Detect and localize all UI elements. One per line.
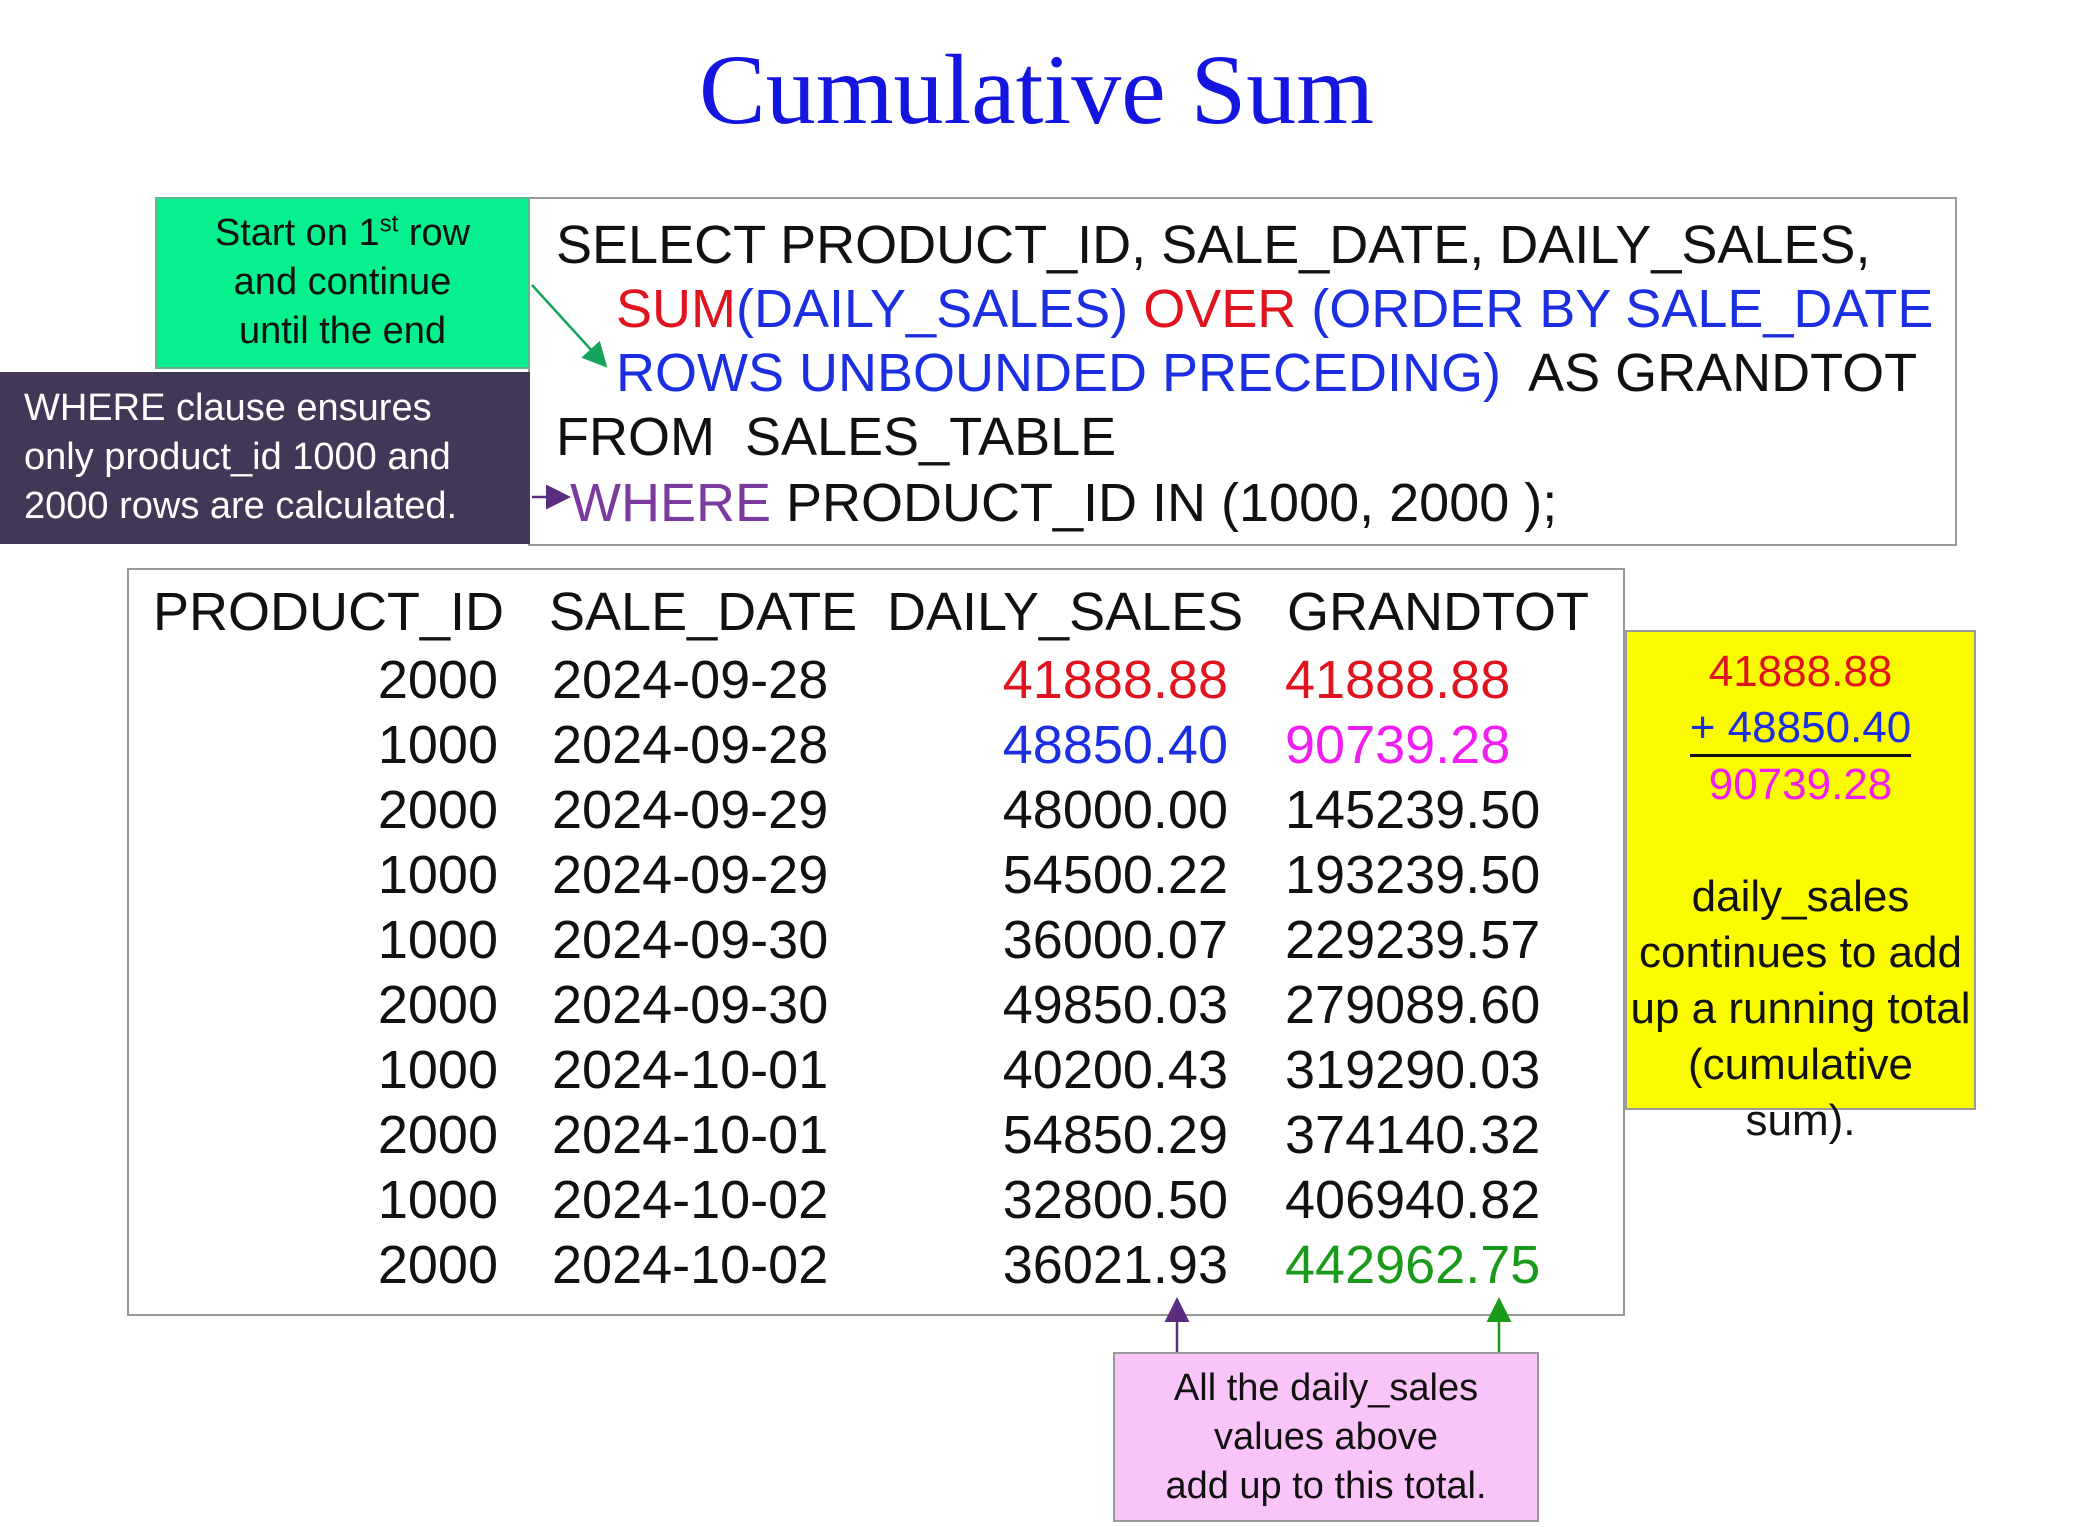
where-note-line-3: 2000 rows are calculated. <box>24 485 458 527</box>
where-note-line-1: WHERE clause ensures <box>24 387 432 429</box>
header-sale-date: SALE_DATE <box>549 582 858 642</box>
start-row-note: Start on 1st row and continue until the … <box>155 197 530 369</box>
cell-sale-date: 2024-09-28 <box>552 715 829 775</box>
start-note-line-2: and continue <box>233 261 452 303</box>
cell-product-id: 1000 <box>377 845 498 905</box>
cell-daily-sales: 40200.43 <box>1002 1040 1228 1100</box>
yellow-second-value: + 48850.40 <box>1689 703 1912 752</box>
cell-sale-date: 2024-10-02 <box>552 1235 829 1295</box>
sql-query-box: SELECT PRODUCT_ID, SALE_DATE, DAILY_SALE… <box>528 197 1957 546</box>
running-total-note: 41888.88 + 48850.40 90739.28 daily_sales… <box>1625 630 1976 1145</box>
cell-grandtot: 90739.28 <box>1285 715 1511 775</box>
yellow-text-4: (cumulative sum). <box>1688 1040 1913 1145</box>
sql-over-keyword: OVER <box>1143 279 1297 339</box>
cell-sale-date: 2024-09-30 <box>552 975 829 1035</box>
yellow-text-2: continues to add <box>1639 928 1962 977</box>
header-daily-sales: DAILY_SALES <box>887 582 1244 642</box>
sql-sum-keyword: SUM <box>616 279 736 339</box>
cell-daily-sales: 32800.50 <box>1002 1170 1228 1230</box>
page-title: Cumulative Sum <box>699 34 1374 145</box>
cell-product-id: 2000 <box>377 1235 498 1295</box>
pink-text-1: All the daily_sales <box>1173 1367 1479 1409</box>
sql-order-by: (ORDER BY SALE_DATE <box>1311 279 1934 339</box>
yellow-first-value: 41888.88 <box>1708 647 1893 696</box>
cell-grandtot: 406940.82 <box>1285 1170 1541 1230</box>
result-table: PRODUCT_ID SALE_DATE DAILY_SALES GRANDTO… <box>127 568 1625 1316</box>
cell-sale-date: 2024-10-02 <box>552 1170 829 1230</box>
cell-product-id: 2000 <box>377 650 498 710</box>
yellow-sum-value: 90739.28 <box>1708 760 1893 809</box>
sql-where-keyword: WHERE <box>570 473 771 533</box>
sql-line-4: FROM SALES_TABLE <box>556 407 1117 467</box>
total-note: All the daily_sales values above add up … <box>1113 1352 1539 1522</box>
cell-sale-date: 2024-09-28 <box>552 650 829 710</box>
cell-daily-sales: 41888.88 <box>1002 650 1228 710</box>
cell-product-id: 2000 <box>377 1105 498 1165</box>
cell-sale-date: 2024-10-01 <box>552 1105 829 1165</box>
cell-product-id: 1000 <box>377 910 498 970</box>
sql-where-condition: PRODUCT_ID IN (1000, 2000 ); <box>771 473 1558 533</box>
cell-grandtot: 319290.03 <box>1285 1040 1541 1100</box>
cell-grandtot: 279089.60 <box>1285 975 1541 1035</box>
pink-text-3: add up to this total. <box>1165 1465 1487 1507</box>
cell-daily-sales: 36000.07 <box>1002 910 1228 970</box>
pink-text-2: values above <box>1214 1416 1438 1458</box>
sql-line-5: WHERE PRODUCT_ID IN (1000, 2000 ); <box>570 471 1557 535</box>
header-grandtot: GRANDTOT <box>1287 582 1590 642</box>
cell-grandtot: 442962.75 <box>1285 1235 1541 1295</box>
cell-sale-date: 2024-09-30 <box>552 910 829 970</box>
sql-sum-args: (DAILY_SALES) <box>736 279 1129 339</box>
cell-grandtot: 145239.50 <box>1285 780 1541 840</box>
cell-daily-sales: 54850.29 <box>1002 1105 1228 1165</box>
cell-grandtot: 41888.88 <box>1285 650 1511 710</box>
cell-daily-sales: 48850.40 <box>1002 715 1228 775</box>
cell-grandtot: 374140.32 <box>1285 1105 1541 1165</box>
cell-product-id: 1000 <box>377 1170 498 1230</box>
sql-line-3: ROWS UNBOUNDED PRECEDING) AS GRANDTOT <box>616 341 1917 405</box>
start-note-line-1: Start on 1st row <box>214 210 471 254</box>
cell-sale-date: 2024-09-29 <box>552 845 829 905</box>
cell-product-id: 1000 <box>377 715 498 775</box>
cell-daily-sales: 49850.03 <box>1002 975 1228 1035</box>
header-product-id: PRODUCT_ID <box>153 582 505 642</box>
sql-alias: AS GRANDTOT <box>1528 343 1918 403</box>
cell-daily-sales: 36021.93 <box>1002 1235 1228 1295</box>
sql-line-2: SUM(DAILY_SALES) OVER (ORDER BY SALE_DAT… <box>616 277 1933 341</box>
cell-sale-date: 2024-09-29 <box>552 780 829 840</box>
cell-sale-date: 2024-10-01 <box>552 1040 829 1100</box>
cell-product-id: 2000 <box>377 780 498 840</box>
sql-rows-unbounded: ROWS UNBOUNDED PRECEDING) <box>616 343 1502 403</box>
yellow-text-3: up a running total <box>1630 984 1971 1033</box>
where-clause-note: WHERE clause ensures only product_id 100… <box>0 372 530 544</box>
where-note-line-2: only product_id 1000 and <box>24 436 451 478</box>
cell-grandtot: 193239.50 <box>1285 845 1541 905</box>
start-note-line-3: until the end <box>238 310 447 352</box>
cell-daily-sales: 48000.00 <box>1002 780 1228 840</box>
yellow-text-1: daily_sales <box>1691 872 1910 921</box>
cell-grandtot: 229239.57 <box>1285 910 1541 970</box>
cell-product-id: 1000 <box>377 1040 498 1100</box>
sql-line-1: SELECT PRODUCT_ID, SALE_DATE, DAILY_SALE… <box>556 215 1871 275</box>
cell-daily-sales: 54500.22 <box>1002 845 1228 905</box>
cell-product-id: 2000 <box>377 975 498 1035</box>
